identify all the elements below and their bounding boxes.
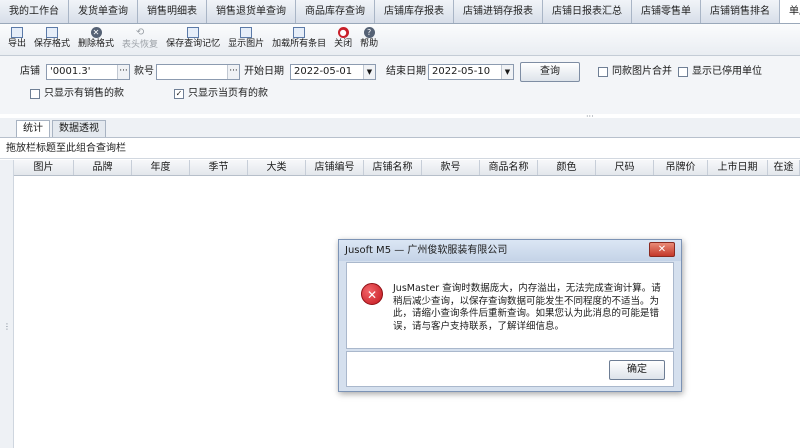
grid-column-header[interactable]: 款号 — [422, 160, 480, 175]
grid-column-header[interactable]: 图片 — [14, 160, 74, 175]
grid-column-header[interactable]: 尺码 — [596, 160, 654, 175]
checkbox-box-checked[interactable]: ✓ — [174, 89, 184, 99]
query-button[interactable]: 查询 — [520, 62, 580, 82]
toolbar-button[interactable]: ✕ 删除格式 — [78, 24, 114, 54]
toolbar-button[interactable]: 保存格式 — [34, 24, 70, 54]
module-tab[interactable]: 店铺库存报表 — [375, 0, 454, 23]
dialog-title: Jusoft M5 — 广州俊软服装有限公司 — [339, 240, 681, 261]
save-query-icon — [187, 27, 200, 38]
checkbox-box[interactable] — [30, 89, 40, 99]
module-tab-strip: 我的工作台 发货单查询 销售明细表 销售退货单查询 商品库存查询 店铺库存报表 店铺进销存报… — [0, 0, 800, 24]
toolbar-button[interactable]: 导出 — [8, 24, 26, 54]
only-cur-rows-checkbox[interactable]: ✓ 只显示当页有的款 — [174, 87, 268, 101]
delete-format-icon: ✕ — [90, 27, 102, 38]
grid-header: 图片 品牌 年度 季节 大类 店铺编号 店铺名称 款号 商品名称 颜色 尺码 吊牌价 上市日期 在途 — [14, 160, 800, 176]
dialog-close-button[interactable]: ✕ — [649, 242, 675, 257]
module-tab[interactable]: 销售退货单查询 — [207, 0, 296, 23]
dialog-body: ✕ JusMaster 查询时数据庞大，内存溢出，无法完成查询计算。请稍后减少查… — [346, 262, 674, 349]
checkbox-box[interactable] — [678, 67, 688, 77]
grid-column-header[interactable]: 吊牌价 — [654, 160, 708, 175]
end-date-dropdown-icon[interactable]: ▼ — [501, 65, 513, 79]
end-date-input[interactable]: 2022-05-10 ▼ — [428, 64, 514, 80]
module-tab[interactable]: 店铺进销存报表 — [454, 0, 543, 23]
store-input[interactable]: '0001.3' ··· — [46, 64, 130, 80]
toolbar: 导出 保存格式 ✕ 删除格式 ⟲ 表头恢复 保存查询记忆 显示图片 加载所有条目 ● 关闭? 帮助 — [0, 24, 800, 56]
toolbar-button-label: 加载所有条目 — [272, 39, 327, 49]
grid-column-header[interactable]: 季节 — [190, 160, 248, 175]
toolbar-button[interactable]: ? 帮助 — [360, 24, 378, 54]
store-picker-button[interactable]: ··· — [117, 65, 129, 79]
toolbar-button-label: 删除格式 — [78, 39, 115, 49]
dialog-message: JusMaster 查询时数据庞大，内存溢出，无法完成查询计算。请稍后减少查询，… — [393, 283, 661, 332]
grid-column-header[interactable]: 商品名称 — [480, 160, 538, 175]
group-by-hint: 拖放栏标题至此组合查询栏 — [0, 139, 800, 159]
module-tab[interactable]: 发货单查询 — [69, 0, 138, 23]
same-image-merge-checkbox[interactable]: 同款图片合并 — [598, 65, 672, 79]
dialog-footer: 确定 — [346, 351, 674, 387]
store-value: '0001.3' — [50, 66, 91, 77]
toolbar-button-label: 导出 — [8, 39, 27, 49]
toolbar-button[interactable]: ⟲ 表头恢复 — [122, 24, 158, 54]
style-picker-button[interactable]: ··· — [227, 65, 239, 79]
grid-column-header[interactable]: 店铺编号 — [306, 160, 364, 175]
style-input[interactable]: ··· — [156, 64, 240, 80]
toolbar-button-label: 表头恢复 — [122, 40, 159, 50]
start-date-input[interactable]: 2022-05-01 ▼ — [290, 64, 376, 80]
toolbar-button[interactable]: 保存查询记忆 — [166, 24, 220, 54]
error-dialog: Jusoft M5 — 广州俊软服装有限公司 ✕ ✕ JusMaster 查询时… — [338, 239, 682, 392]
sub-tab[interactable]: 数据透视 — [52, 120, 106, 137]
checkbox-box[interactable] — [598, 67, 608, 77]
filter-panel: 店铺 '0001.3' ··· 款号 ··· 开始日期 2022-05-01 ▼… — [0, 56, 800, 114]
help-icon: ? — [363, 27, 375, 38]
restore-icon: ⟲ — [135, 27, 145, 38]
toolbar-button-label: 关闭 — [334, 39, 353, 49]
export-icon — [11, 27, 23, 38]
toolbar-button-label: 保存查询记忆 — [166, 39, 221, 49]
show-image-icon — [240, 27, 253, 38]
grid-column-header[interactable]: 大类 — [248, 160, 306, 175]
dialog-ok-button[interactable]: 确定 — [609, 360, 665, 380]
toolbar-button-label: 帮助 — [360, 39, 379, 49]
toolbar-button[interactable]: ● 关闭 — [334, 24, 352, 54]
toolbar-button[interactable]: 显示图片 — [228, 24, 264, 54]
checkbox-label: 只显示当页有的款 — [188, 88, 268, 99]
module-tab[interactable]: 单店畅销分析 — [780, 0, 800, 23]
only-valid-sales-checkbox[interactable]: 只显示有销售的款 — [30, 87, 124, 101]
grid-column-header[interactable]: 颜色 — [538, 160, 596, 175]
start-date-label: 开始日期 — [244, 66, 284, 77]
show-disabled-units-checkbox[interactable]: 显示已停用单位 — [678, 65, 762, 79]
close-icon: ● — [337, 27, 349, 38]
module-tab[interactable]: 商品库存查询 — [296, 0, 375, 23]
save-format-icon — [46, 27, 59, 38]
grid-column-header[interactable]: 品牌 — [74, 160, 132, 175]
grid-left-gutter — [0, 160, 14, 448]
side-splitter-grip[interactable]: ⋮ — [3, 322, 11, 331]
sub-tab-strip: 统计 数据透视 — [0, 118, 800, 138]
module-tab[interactable]: 销售明细表 — [138, 0, 207, 23]
grid-column-header[interactable]: 上市日期 — [708, 160, 768, 175]
grid-column-header[interactable]: 年度 — [132, 160, 190, 175]
module-tab[interactable]: 店铺销售排名 — [701, 0, 780, 23]
load-all-icon — [293, 27, 306, 38]
module-tab[interactable]: 店铺日报表汇总 — [543, 0, 632, 23]
start-date-value: 2022-05-01 — [294, 66, 353, 77]
store-label: 店铺 — [20, 66, 40, 77]
grid-column-header[interactable]: 在途 — [768, 160, 800, 175]
checkbox-label: 显示已停用单位 — [692, 66, 762, 77]
error-icon: ✕ — [361, 283, 383, 305]
toolbar-button[interactable]: 加载所有条目 — [272, 24, 326, 54]
checkbox-label: 同款图片合并 — [612, 66, 672, 77]
checkbox-label: 只显示有销售的款 — [44, 88, 124, 99]
module-tab[interactable]: 店铺零售单 — [632, 0, 701, 23]
module-tab[interactable]: 我的工作台 — [0, 0, 69, 23]
end-date-label: 结束日期 — [386, 66, 426, 77]
style-label: 款号 — [134, 66, 154, 77]
toolbar-button-label: 保存格式 — [34, 39, 71, 49]
toolbar-button-label: 显示图片 — [228, 39, 265, 49]
grid-column-header[interactable]: 店铺名称 — [364, 160, 422, 175]
start-date-dropdown-icon[interactable]: ▼ — [363, 65, 375, 79]
end-date-value: 2022-05-10 — [432, 66, 491, 77]
sub-tab[interactable]: 统计 — [16, 120, 50, 137]
